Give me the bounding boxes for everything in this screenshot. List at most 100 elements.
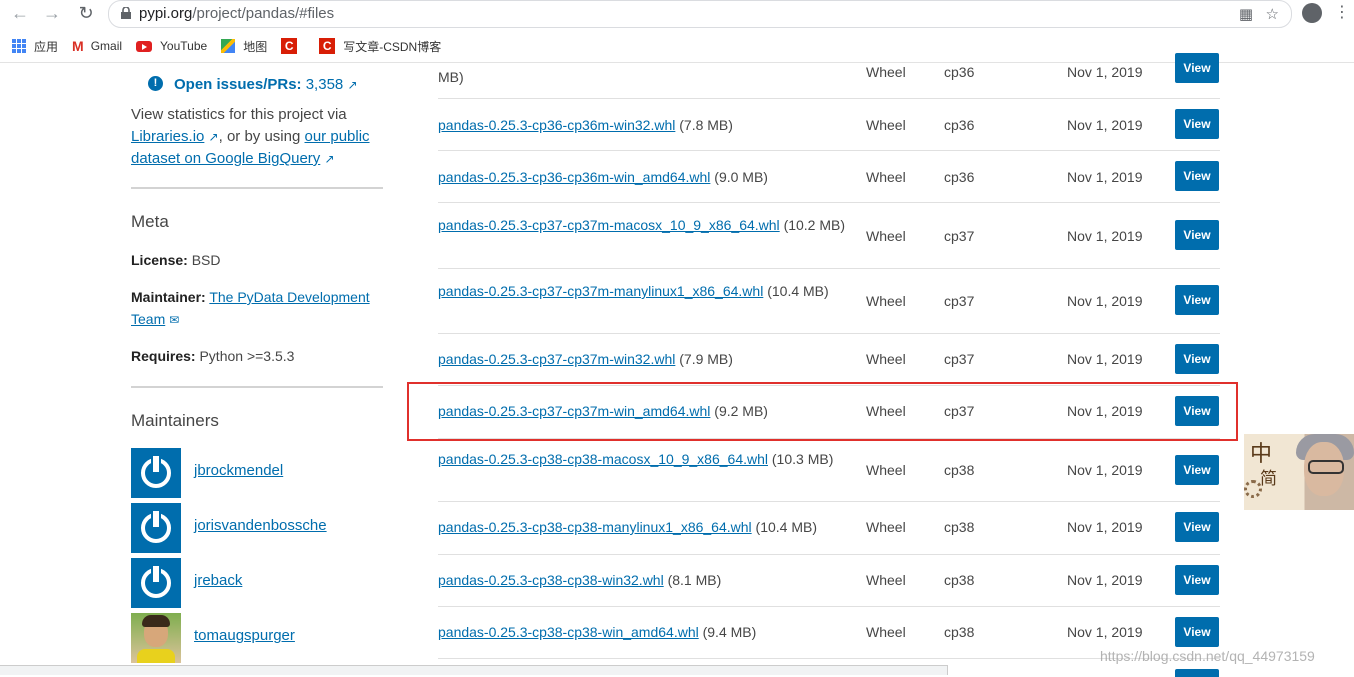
view-hashes-button[interactable]: View (1175, 53, 1219, 83)
python-version: cp37 (944, 293, 975, 309)
file-download-link[interactable]: pandas-0.25.3-cp38-cp38-manylinux1_x86_6… (438, 519, 752, 535)
bookmarks-bar: 应用 M Gmail YouTube 地图 C C 写文章-CSDN博客 (12, 36, 455, 56)
watermark: https://blog.csdn.net/qq_44973159 (1100, 648, 1315, 664)
upload-date: Nov 1, 2019 (1067, 64, 1143, 80)
upload-date: Nov 1, 2019 (1067, 624, 1143, 640)
external-link-icon: ↗ (208, 130, 219, 144)
project-sidebar: ! Open issues/PRs: 3,358 ↗ View statisti… (0, 62, 400, 675)
maintainer-item[interactable]: tomaugspurger (131, 613, 391, 663)
view-hashes-button[interactable]: View (1175, 344, 1219, 374)
bookmark-apps[interactable]: 应用 (12, 38, 58, 55)
maintainer-item[interactable]: jorisvandenbossche (131, 503, 391, 553)
file-download-link[interactable]: pandas-0.25.3-cp36-cp36m-win32.whl (438, 117, 675, 133)
file-type: Wheel (866, 228, 906, 244)
maps-icon (221, 39, 236, 53)
divider (131, 386, 383, 388)
file-size: (9.0 MB) (714, 169, 768, 185)
view-hashes-button[interactable] (1175, 669, 1219, 677)
view-hashes-button[interactable]: View (1175, 455, 1219, 485)
upload-date: Nov 1, 2019 (1067, 169, 1143, 185)
bookmark-gmail[interactable]: M Gmail (72, 38, 122, 54)
view-hashes-button[interactable]: View (1175, 617, 1219, 647)
view-hashes-button[interactable]: View (1175, 161, 1219, 191)
file-cell: MB) (438, 66, 848, 88)
divider (131, 187, 383, 189)
file-download-link[interactable]: pandas-0.25.3-cp37-cp37m-manylinux1_x86_… (438, 283, 763, 299)
table-row: pandas-0.25.3-cp37-cp37m-macosx_10_9_x86… (438, 203, 1220, 269)
file-size: (8.1 MB) (667, 572, 722, 588)
file-download-link[interactable]: pandas-0.25.3-cp38-cp38-win32.whl (438, 572, 664, 588)
maintainer-name-link[interactable]: jreback (194, 572, 242, 589)
table-row: MB) Wheel cp36 Nov 1, 2019 View (438, 48, 1220, 99)
view-hashes-button[interactable]: View (1175, 512, 1219, 542)
python-version: cp37 (944, 228, 975, 244)
translate-icon[interactable]: ▦ (1239, 6, 1253, 23)
bookmark-label: Gmail (90, 39, 123, 53)
menu-dots-icon[interactable]: ⋮ (1334, 2, 1350, 22)
file-download-link[interactable]: pandas-0.25.3-cp36-cp36m-win_amd64.whl (438, 169, 710, 185)
csdn-icon: C (319, 38, 336, 54)
view-hashes-button[interactable]: View (1175, 109, 1219, 139)
external-link-icon: ↗ (347, 78, 358, 92)
file-download-link[interactable]: pandas-0.25.3-cp37-cp37m-macosx_10_9_x86… (438, 217, 780, 233)
file-type: Wheel (866, 117, 906, 133)
youtube-icon (136, 40, 153, 52)
file-type: Wheel (866, 293, 906, 309)
requires-line: Requires: Python >=3.5.3 (131, 345, 391, 367)
back-arrow-icon[interactable]: ← (8, 3, 32, 23)
maintainer-item[interactable]: jreback (131, 558, 391, 608)
maintainer-name-link[interactable]: jbrockmendel (194, 462, 283, 479)
ime-widget[interactable]: 中 简 (1244, 434, 1354, 510)
bookmark-label: 写文章-CSDN博客 (343, 39, 442, 54)
file-size: (7.9 MB) (679, 351, 733, 367)
open-issues-link[interactable]: Open issues/PRs: 3,358 ↗ (174, 76, 358, 93)
file-download-link[interactable]: pandas-0.25.3-cp38-cp38-macosx_10_9_x86_… (438, 451, 768, 467)
bookmark-label: 地图 (243, 39, 268, 54)
bookmark-label: YouTube (160, 39, 208, 53)
bookmark-youtube[interactable]: YouTube (136, 39, 207, 53)
file-type: Wheel (866, 519, 906, 535)
url-text[interactable]: pypi.org/project/pandas/#files (139, 5, 334, 22)
files-table: MB) Wheel cp36 Nov 1, 2019 View pandas-0… (438, 53, 1220, 677)
file-size: (10.4 MB) (755, 519, 818, 535)
bookmark-csdn-write[interactable]: C 写文章-CSDN博客 (319, 38, 441, 55)
file-cell: pandas-0.25.3-cp37-cp37m-macosx_10_9_x86… (438, 214, 848, 236)
link-status-bar (0, 665, 948, 675)
gear-icon[interactable] (1244, 480, 1262, 498)
file-type: Wheel (866, 462, 906, 478)
bookmark-maps[interactable]: 地图 (221, 38, 267, 55)
view-hashes-button[interactable]: View (1175, 220, 1219, 250)
envelope-icon: ✉ (169, 313, 180, 327)
profile-avatar-icon[interactable] (1302, 3, 1322, 23)
table-row: pandas-0.25.3-cp38-cp38-win32.whl (8.1 M… (438, 555, 1220, 607)
bookmark-star-icon[interactable]: ☆ (1266, 6, 1279, 23)
avatar (131, 613, 181, 663)
address-bar[interactable]: pypi.org/project/pandas/#files ▦ ☆ (108, 0, 1292, 28)
license-value: BSD (191, 252, 221, 268)
file-type: Wheel (866, 624, 906, 640)
maintainer-name-link[interactable]: jorisvandenbossche (194, 517, 327, 534)
view-hashes-button[interactable]: View (1175, 565, 1219, 595)
file-cell: pandas-0.25.3-cp36-cp36m-win32.whl (7.8 … (438, 114, 848, 136)
file-download-link[interactable]: pandas-0.25.3-cp38-cp38-win_amd64.whl (438, 624, 699, 640)
requires-value: Python >=3.5.3 (199, 348, 295, 364)
bookmark-label: 应用 (34, 39, 59, 54)
forward-arrow-icon[interactable]: → (40, 3, 64, 23)
bookmark-csdn[interactable]: C (281, 38, 305, 54)
gmail-icon: M (72, 38, 84, 54)
view-hashes-button[interactable]: View (1175, 285, 1219, 315)
file-download-link[interactable]: pandas-0.25.3-cp37-cp37m-win32.whl (438, 351, 675, 367)
upload-date: Nov 1, 2019 (1067, 293, 1143, 309)
file-size: MB) (438, 69, 464, 85)
avatar (131, 448, 181, 498)
libraries-io-link[interactable]: Libraries.io (131, 128, 204, 145)
maintainer-item[interactable]: jbrockmendel (131, 448, 391, 498)
file-size: (10.4 MB) (767, 283, 829, 299)
reload-icon[interactable]: ↻ (74, 3, 98, 23)
ime-simplified-toggle[interactable]: 简 (1260, 464, 1277, 489)
avatar (131, 558, 181, 608)
file-cell: pandas-0.25.3-cp37-cp37m-manylinux1_x86_… (438, 280, 848, 302)
maintainer-name-link[interactable]: tomaugspurger (194, 627, 295, 644)
upload-date: Nov 1, 2019 (1067, 572, 1143, 588)
highlight-box (407, 382, 1238, 441)
